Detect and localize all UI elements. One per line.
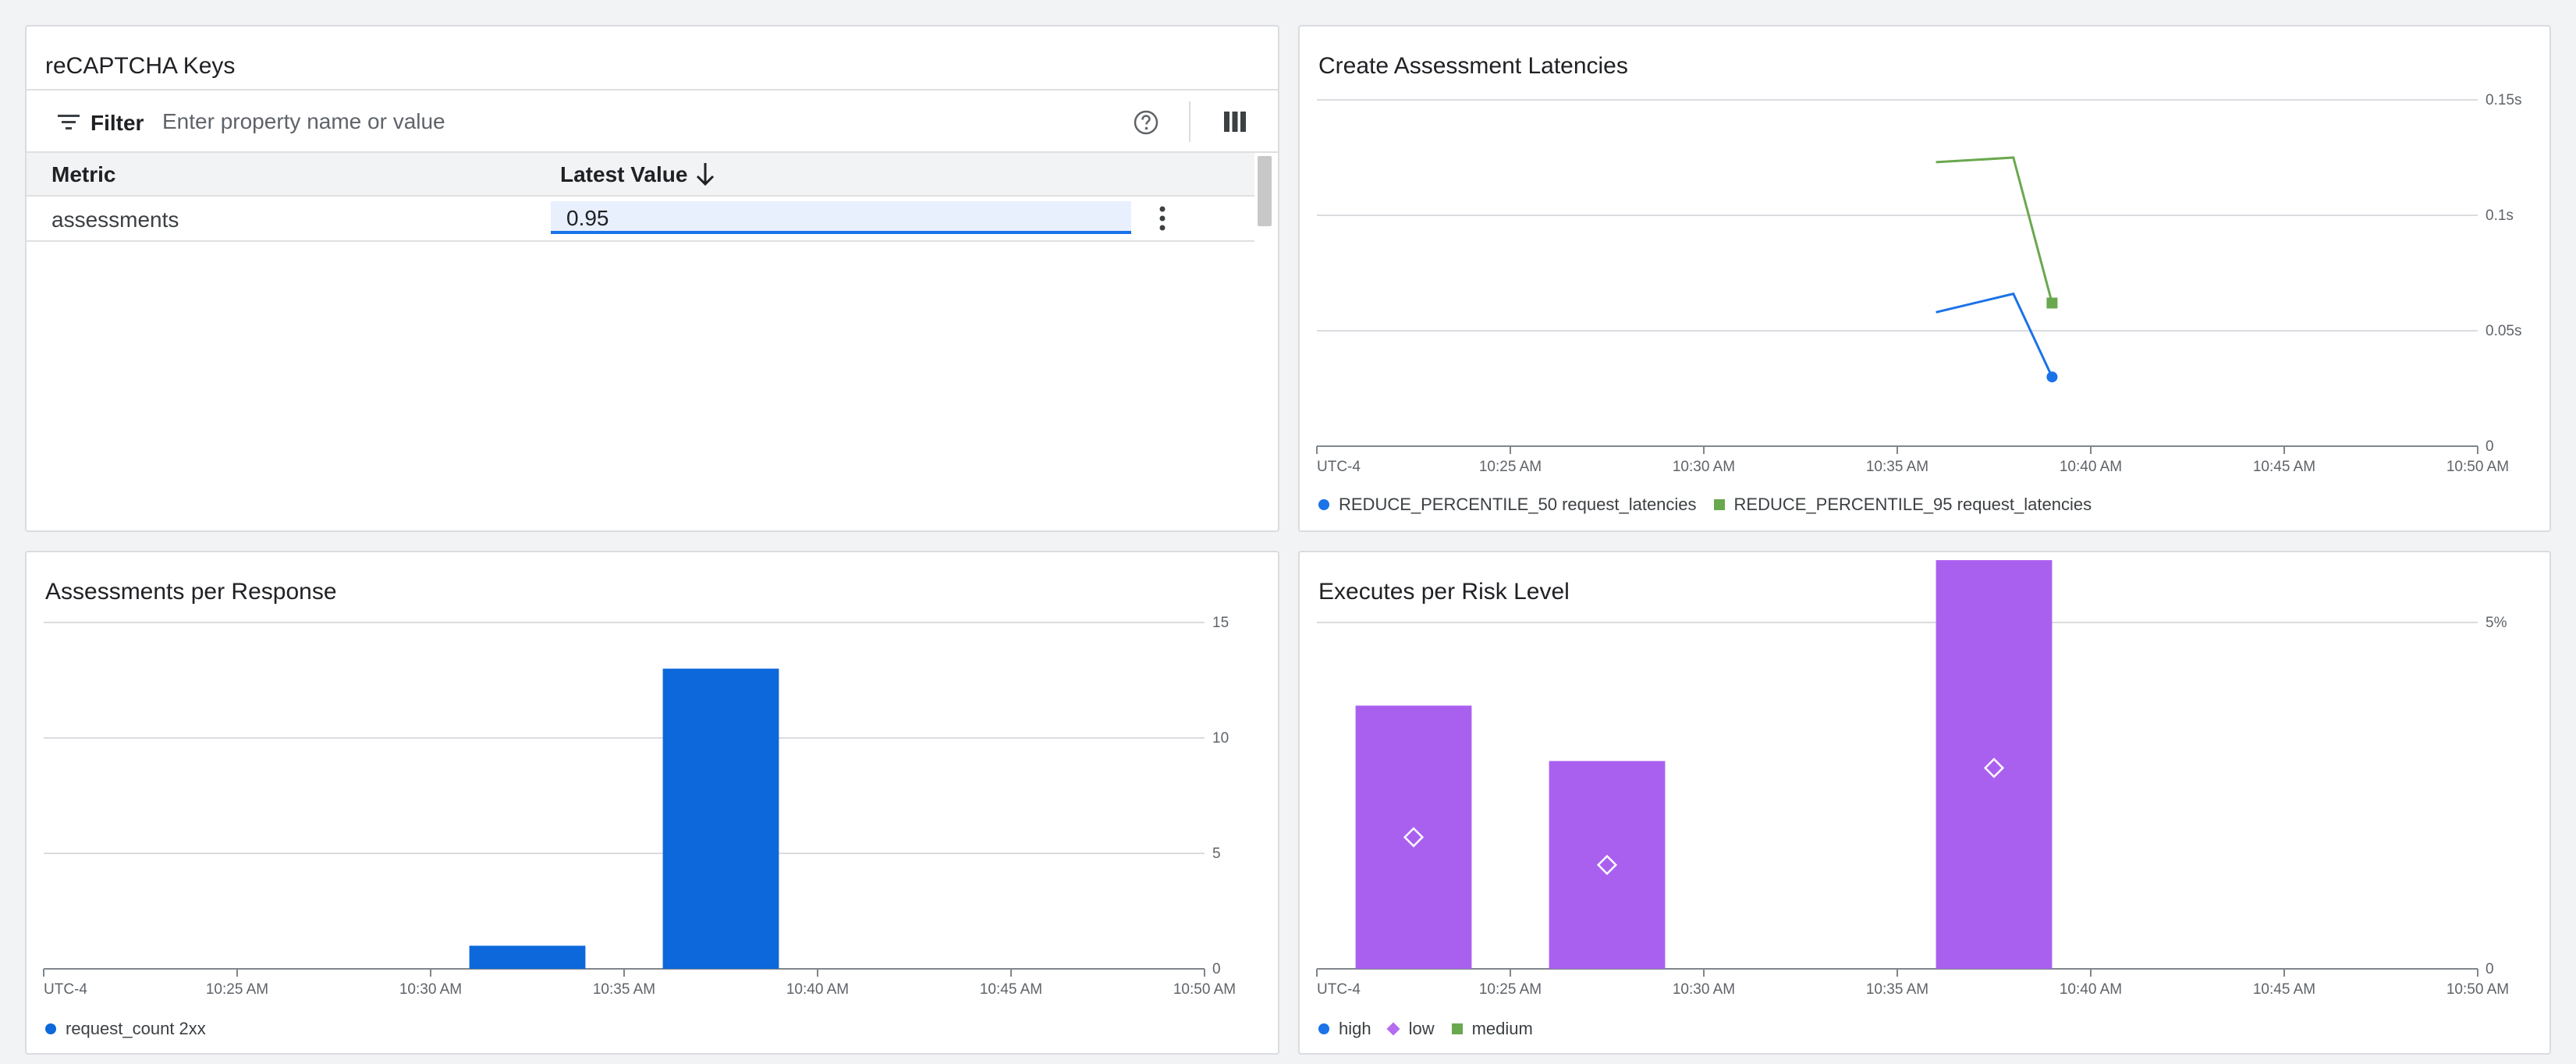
more-vert-icon[interactable] xyxy=(1153,203,1172,234)
x-tick-label: 10:30 AM xyxy=(1673,459,1735,475)
chart-legend: REDUCE_PERCENTILE_50 request_latencies RE… xyxy=(1318,495,2109,515)
help-icon[interactable] xyxy=(1133,109,1159,136)
columns-icon[interactable] xyxy=(1223,111,1247,133)
legend-label: high xyxy=(1339,1019,1371,1038)
value-text: 0.95 xyxy=(566,206,609,230)
y-tick-label: 0 xyxy=(2486,438,2494,455)
bar xyxy=(1936,560,2053,969)
bar xyxy=(1549,761,1666,969)
x-tick-label: 10:35 AM xyxy=(1866,981,1928,998)
metric-cell: assessments xyxy=(51,207,179,232)
legend-item[interactable]: low xyxy=(1386,1019,1435,1039)
value-cell[interactable]: 0.95 xyxy=(551,201,1131,234)
bar xyxy=(662,669,779,969)
x-tick-label: 10:50 AM xyxy=(2446,981,2509,998)
legend-swatch xyxy=(1713,499,1725,510)
column-header-metric[interactable]: Metric xyxy=(51,162,115,187)
table-header: Metric Latest Value xyxy=(27,153,1254,197)
assessments-chart-card: Assessments per Response 0 5 10 15 UTC-4 10:2… xyxy=(25,551,1279,1055)
dashboard-page: reCAPTCHA Keys Filter Metric xyxy=(0,0,2576,1064)
y-tick-label: 5% xyxy=(2486,615,2507,631)
x-tick-label: 10:45 AM xyxy=(2253,981,2315,998)
x-tick-label: 10:50 AM xyxy=(2446,459,2509,475)
latency-chart: 0 0.05s 0.1s 0.15s UTC-4 10:25 AM 10:30 AM 10:3… xyxy=(1316,92,2521,475)
recaptcha-keys-card: reCAPTCHA Keys Filter Metric xyxy=(25,25,1279,532)
legend-label: REDUCE_PERCENTILE_50 request_latencies xyxy=(1339,495,1697,514)
risk-chart-card: Executes per Risk Level 0 5% UTC-4 10:25 AM… xyxy=(1298,551,2551,1055)
table-scrollbar[interactable] xyxy=(1258,156,1272,226)
bar xyxy=(1355,705,1472,969)
chart-legend: high low medium xyxy=(1318,1019,1550,1039)
y-tick-label: 0.05s xyxy=(2486,323,2521,339)
toolbar-divider xyxy=(1189,101,1190,142)
legend-item[interactable]: request_count 2xx xyxy=(45,1019,206,1039)
bar xyxy=(469,945,586,969)
data-point xyxy=(2046,297,2058,309)
x-tick-label: UTC-4 xyxy=(1317,459,1361,475)
x-tick-label: UTC-4 xyxy=(1317,981,1361,998)
series-line xyxy=(1936,156,2053,303)
x-tick-label: 10:25 AM xyxy=(1479,459,1542,475)
column-header-latest-value[interactable]: Latest Value xyxy=(560,162,687,187)
y-tick-label: 0.15s xyxy=(2486,92,2521,108)
y-tick-label: 0 xyxy=(1212,961,1221,977)
filter-bar: Filter xyxy=(27,89,1278,153)
card-title: reCAPTCHA Keys xyxy=(45,53,236,79)
legend-swatch xyxy=(1386,1022,1400,1036)
legend-swatch xyxy=(1318,499,1329,510)
legend-swatch xyxy=(1318,1023,1329,1034)
filter-icon[interactable] xyxy=(58,114,80,131)
y-tick-label: 0.1s xyxy=(2486,207,2514,224)
filter-input[interactable] xyxy=(161,105,944,139)
legend-label: low xyxy=(1408,1019,1435,1038)
x-tick-label: 10:40 AM xyxy=(2060,459,2122,475)
x-tick-label: 10:35 AM xyxy=(1866,459,1928,475)
x-tick-label: 10:35 AM xyxy=(593,981,655,998)
x-tick-label: 10:30 AM xyxy=(399,981,462,998)
y-tick-label: 15 xyxy=(1212,615,1229,631)
data-point xyxy=(2046,371,2058,383)
assessments-chart: 0 5 10 15 UTC-4 10:25 AM 10:30 AM 10:35 AM 10:40… xyxy=(43,615,1236,998)
legend-item[interactable]: high xyxy=(1318,1019,1371,1039)
x-tick-label: 10:25 AM xyxy=(1479,981,1542,998)
arrow-down-icon[interactable] xyxy=(694,161,716,187)
filter-label[interactable]: Filter xyxy=(90,111,144,136)
latency-chart-card: Create Assessment Latencies 0 0.05s 0.1s 0.… xyxy=(1298,25,2551,532)
x-tick-label: 10:45 AM xyxy=(980,981,1042,998)
legend-item[interactable]: REDUCE_PERCENTILE_50 request_latencies xyxy=(1318,495,1697,515)
legend-label: request_count 2xx xyxy=(66,1019,206,1038)
legend-item[interactable]: medium xyxy=(1451,1019,1533,1039)
legend-swatch xyxy=(45,1023,56,1034)
legend-label: REDUCE_PERCENTILE_95 request_latencies xyxy=(1733,495,2092,514)
x-tick-label: 10:40 AM xyxy=(786,981,849,998)
table-row[interactable]: assessments 0.95 xyxy=(27,197,1254,242)
legend-swatch xyxy=(1451,1023,1463,1034)
x-tick-label: 10:40 AM xyxy=(2060,981,2122,998)
series-line xyxy=(1936,292,2053,378)
risk-chart: 0 5% UTC-4 10:25 AM 10:30 AM 10:35 AM 10:40 AM… xyxy=(1316,560,2509,998)
x-tick-label: 10:45 AM xyxy=(2253,459,2315,475)
y-tick-label: 0 xyxy=(2486,961,2494,977)
x-tick-label: 10:30 AM xyxy=(1673,981,1735,998)
legend-label: medium xyxy=(1471,1019,1533,1038)
legend-item[interactable]: REDUCE_PERCENTILE_95 request_latencies xyxy=(1713,495,2092,515)
y-tick-label: 10 xyxy=(1212,730,1229,747)
chart-legend: request_count 2xx xyxy=(45,1019,223,1039)
y-tick-label: 5 xyxy=(1212,846,1221,862)
x-tick-label: 10:50 AM xyxy=(1173,981,1236,998)
x-tick-label: UTC-4 xyxy=(44,981,87,998)
x-tick-label: 10:25 AM xyxy=(206,981,268,998)
